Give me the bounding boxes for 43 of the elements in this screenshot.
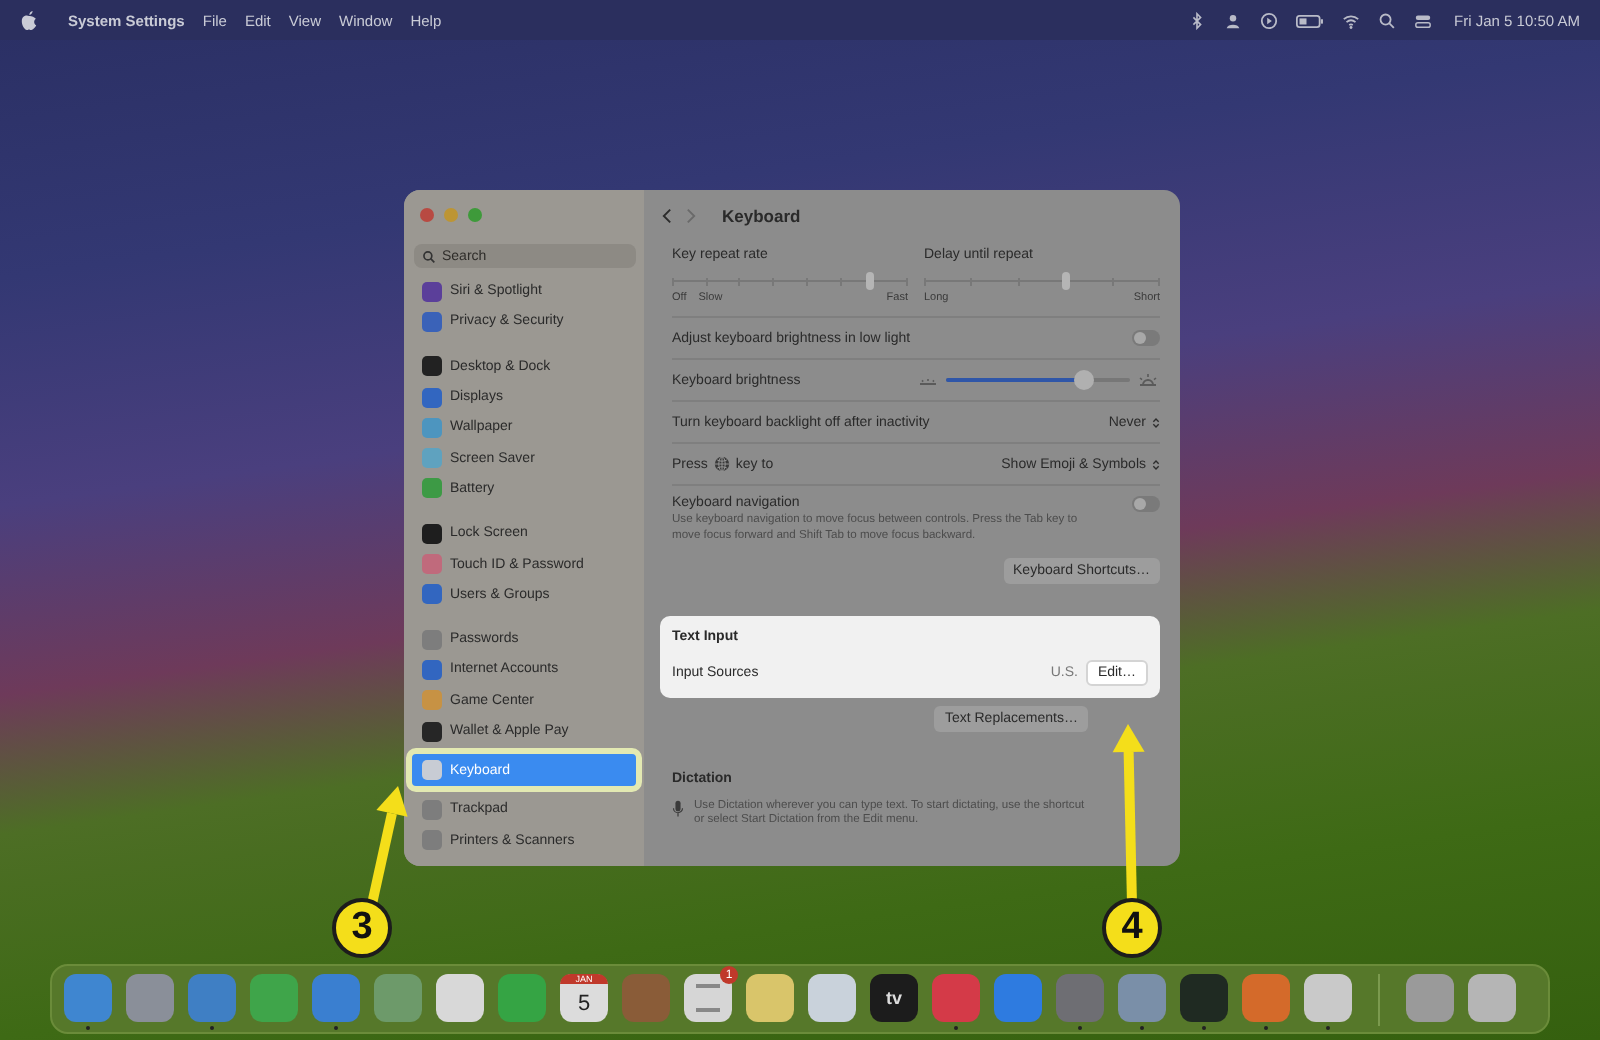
slider-thumb[interactable]	[1061, 272, 1070, 290]
toggle-switch[interactable]	[1132, 330, 1160, 346]
pointer-arrow	[367, 786, 408, 906]
step-number-badge: 3	[332, 898, 392, 958]
wifi-icon[interactable]	[1342, 11, 1361, 29]
app-icon[interactable]	[1180, 974, 1228, 1022]
battery-icon[interactable]	[1296, 11, 1325, 29]
control-center-icon[interactable]	[1414, 11, 1433, 29]
app-icon[interactable]	[436, 974, 484, 1022]
app-icon[interactable]	[1406, 974, 1454, 1022]
bright-sun-icon	[1136, 372, 1160, 388]
zoom-button[interactable]	[468, 208, 482, 222]
app-icon[interactable]	[808, 974, 856, 1022]
step-number-badge: 4	[1102, 898, 1162, 958]
app-icon[interactable]	[374, 974, 422, 1022]
logo-icon[interactable]	[20, 9, 38, 31]
calendar-day: 5	[577, 991, 591, 1015]
forward-icon[interactable]	[686, 207, 696, 223]
app-icon[interactable]	[746, 974, 794, 1022]
search-icon	[422, 249, 436, 263]
microphone-icon	[672, 799, 684, 818]
updown-arrows-icon	[1152, 457, 1160, 471]
close-button[interactable]	[420, 208, 434, 222]
bluetooth-icon[interactable]	[1188, 11, 1207, 29]
updown-arrows-icon	[1152, 415, 1160, 429]
app-icon[interactable]	[498, 974, 546, 1022]
app-icon[interactable]: tv	[870, 974, 918, 1022]
person-icon[interactable]	[1224, 11, 1243, 29]
app-icon[interactable]	[250, 974, 298, 1022]
search-icon[interactable]	[1378, 11, 1397, 29]
back-icon[interactable]	[662, 207, 672, 223]
app-icon[interactable]	[1304, 974, 1352, 1022]
minimize-button[interactable]	[444, 208, 458, 222]
app-icon-label: tv	[885, 988, 902, 1008]
app-icon[interactable]	[1468, 974, 1516, 1022]
app-icon[interactable]	[1118, 974, 1166, 1022]
app-icon[interactable]	[126, 974, 174, 1022]
play-icon[interactable]	[1260, 11, 1279, 29]
pane-title: Keyboard	[722, 205, 801, 225]
globe-icon	[713, 456, 730, 472]
slider-thumb[interactable]	[1074, 370, 1094, 390]
slider-thumb[interactable]	[866, 272, 875, 290]
toggle-switch[interactable]	[1132, 496, 1160, 512]
